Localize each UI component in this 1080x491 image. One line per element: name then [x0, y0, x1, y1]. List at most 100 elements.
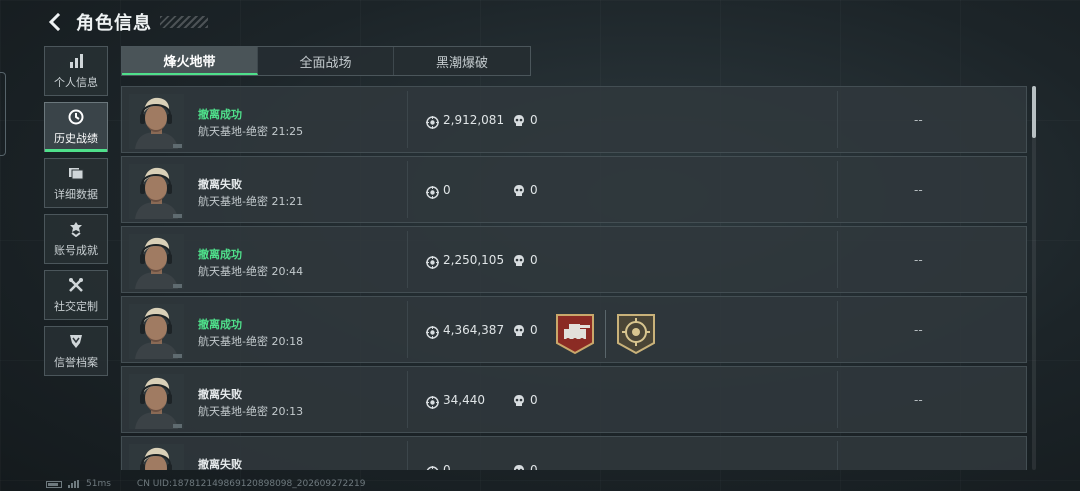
mode-tabs: 烽火地带 全面战场 黑潮爆破 [121, 46, 531, 76]
operator-avatar [129, 234, 184, 289]
sidebar: 个人信息 历史战绩 详细数据 账号成就 社交定制 信誉档案 [44, 46, 108, 382]
extraction-status: 撤离成功 [198, 318, 242, 331]
column-divider [837, 231, 838, 288]
title-decoration [160, 16, 208, 28]
operator-avatar [129, 374, 184, 429]
operator-avatar [129, 94, 184, 149]
column-divider [407, 301, 408, 358]
match-history-list[interactable]: 撤离成功 航天基地-绝密 21:25 2,912,081 0 -- 撤离失败 航天基地-绝… [121, 86, 1029, 470]
extracted-value: 2,912,081 [443, 113, 505, 127]
tab-full-battlefield[interactable]: 全面战场 [258, 47, 394, 75]
folder-icon [67, 164, 85, 182]
shield-icon [67, 332, 85, 350]
skull-icon [513, 113, 525, 127]
operator-avatar [129, 164, 184, 219]
map-and-time: 航天基地-绝密 21:25 [198, 125, 304, 138]
extra-info: -- [914, 393, 923, 407]
column-divider [407, 371, 408, 428]
uid-text: CN UID:18781214986912089809​8_2026092722… [136, 479, 366, 489]
sidebar-item-label: 账号成就 [54, 244, 98, 257]
extra-info: -- [914, 253, 923, 267]
sidebar-item-details[interactable]: 详细数据 [44, 158, 108, 208]
extracted-value: 4,364,387 [443, 323, 505, 337]
sidebar-item-achievements[interactable]: 账号成就 [44, 214, 108, 264]
sidebar-item-history[interactable]: 历史战绩 [44, 102, 108, 152]
map-and-time: 航天基地-绝密 20:13 [198, 405, 304, 418]
extraction-status: 撤离失败 [198, 458, 242, 470]
sidebar-item-label: 社交定制 [54, 300, 98, 313]
kill-count: 0 [530, 113, 538, 127]
tools-icon [67, 276, 85, 294]
extraction-status: 撤离成功 [198, 108, 242, 121]
column-divider [837, 441, 838, 470]
sidebar-item-reputation[interactable]: 信誉档案 [44, 326, 108, 376]
page-header: 角色信息 [44, 8, 208, 36]
sidebar-item-profile[interactable]: 个人信息 [44, 46, 108, 96]
column-divider [407, 231, 408, 288]
kill-count: 0 [530, 463, 538, 470]
sidebar-item-label: 个人信息 [54, 76, 98, 89]
back-arrow-icon[interactable] [44, 11, 66, 33]
list-scrollbar[interactable] [1032, 86, 1036, 470]
match-record-row[interactable]: 撤离失败 0 0 -- [121, 436, 1027, 470]
sidebar-item-social[interactable]: 社交定制 [44, 270, 108, 320]
column-divider [837, 301, 838, 358]
badge-divider [605, 310, 606, 358]
match-record-row[interactable]: 撤离成功航天基地-绝密 20:18 4,364,387 0 -- [121, 296, 1027, 363]
kill-count: 0 [530, 393, 538, 407]
value-coin-icon [426, 254, 439, 269]
extra-info: -- [914, 323, 923, 337]
extra-info: -- [914, 183, 923, 197]
signal-icon [68, 480, 80, 488]
operator-avatar [129, 304, 184, 359]
value-coin-icon [426, 114, 439, 129]
skull-icon [513, 253, 525, 267]
skull-icon [513, 393, 525, 407]
map-and-time: 航天基地-绝密 21:21 [198, 195, 304, 208]
extraction-status: 撤离失败 [198, 388, 242, 401]
achievement-icon [67, 220, 85, 238]
column-divider [837, 161, 838, 218]
extraction-status: 撤离成功 [198, 248, 242, 261]
match-record-row[interactable]: 撤离成功航天基地-绝密 20:44 2,250,105 0 -- [121, 226, 1027, 293]
extra-info: -- [914, 113, 923, 127]
match-badges [555, 310, 656, 358]
tab-hazard-zone[interactable]: 烽火地带 [122, 47, 258, 75]
status-footer: 51ms CN UID:18781214986912089809​8_20260… [46, 478, 365, 490]
value-coin-icon [426, 464, 439, 470]
operator-avatar [129, 444, 184, 470]
kill-count: 0 [530, 183, 538, 197]
value-coin-icon [426, 184, 439, 199]
clock-icon [67, 108, 85, 126]
sidebar-item-label: 历史战绩 [54, 132, 98, 145]
bar-chart-icon [67, 52, 85, 70]
match-record-row[interactable]: 撤离失败航天基地-绝密 20:13 34,440 0 -- [121, 366, 1027, 433]
page-title: 角色信息 [76, 13, 152, 34]
scrollbar-thumb[interactable] [1032, 86, 1036, 138]
column-divider [837, 371, 838, 428]
sidebar-item-label: 信誉档案 [54, 356, 98, 369]
extraction-status: 撤离失败 [198, 178, 242, 191]
map-and-time: 航天基地-绝密 20:18 [198, 335, 304, 348]
tank-badge-icon[interactable] [555, 313, 595, 355]
tab-black-tide[interactable]: 黑潮爆破 [394, 47, 530, 75]
sidebar-item-label: 详细数据 [54, 188, 98, 201]
battery-icon [46, 480, 62, 488]
extracted-value: 0 [443, 463, 451, 470]
emblem-badge-icon[interactable] [616, 313, 656, 355]
kill-count: 0 [530, 323, 538, 337]
map-and-time: 航天基地-绝密 20:44 [198, 265, 304, 278]
extracted-value: 2,250,105 [443, 253, 505, 267]
skull-icon [513, 323, 525, 337]
extra-info: -- [914, 463, 923, 470]
side-drawer-handle[interactable] [0, 72, 6, 156]
match-record-row[interactable]: 撤离成功航天基地-绝密 21:25 2,912,081 0 -- [121, 86, 1027, 153]
match-record-row[interactable]: 撤离失败航天基地-绝密 21:21 0 0 -- [121, 156, 1027, 223]
kill-count: 0 [530, 253, 538, 267]
skull-icon [513, 463, 525, 470]
value-coin-icon [426, 394, 439, 409]
ping-text: 51ms [86, 479, 111, 489]
value-coin-icon [426, 324, 439, 339]
extracted-value: 34,440 [443, 393, 485, 407]
extracted-value: 0 [443, 183, 451, 197]
